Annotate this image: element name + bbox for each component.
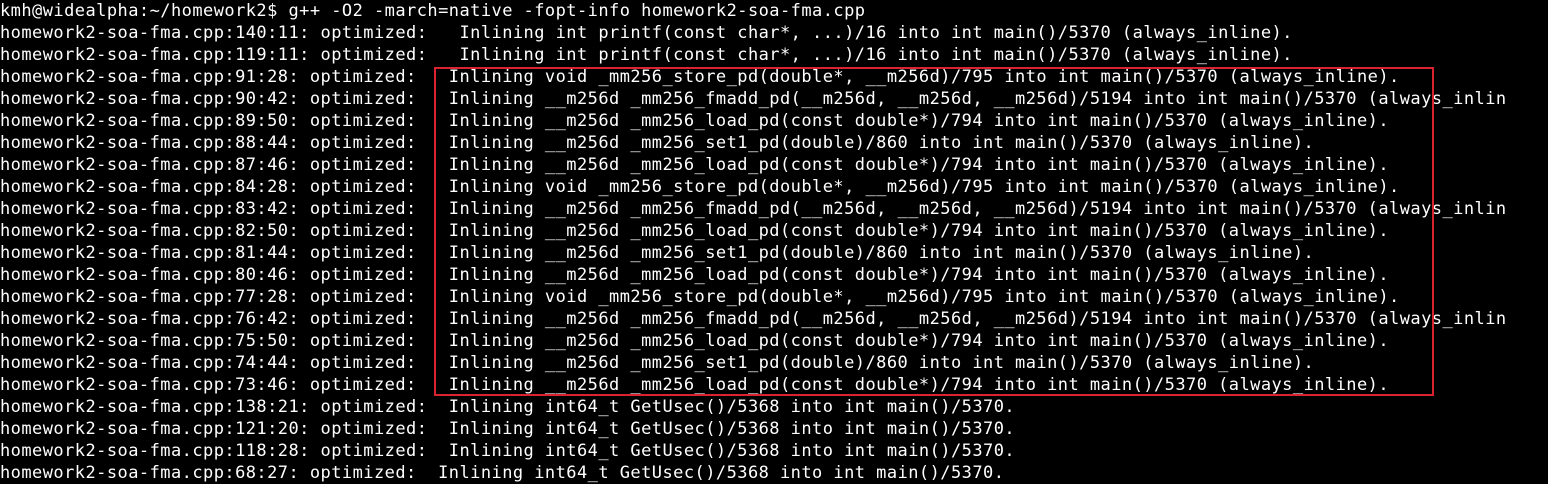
terminal-output-line: homework2-soa-fma.cpp:121:20: optimized:… xyxy=(0,419,1016,439)
terminal-output-line: homework2-soa-fma.cpp:140:11: optimized:… xyxy=(0,23,1293,43)
terminal-output-line: homework2-soa-fma.cpp:68:27: optimized: … xyxy=(0,463,1005,483)
terminal-window[interactable]: kmh@widealpha:~/homework2$ g++ -O2 -marc… xyxy=(0,0,1548,484)
red-highlight-box xyxy=(434,67,1434,396)
terminal-output-line: homework2-soa-fma.cpp:119:11: optimized:… xyxy=(0,45,1293,65)
terminal-command-line: kmh@widealpha:~/homework2$ g++ -O2 -marc… xyxy=(0,1,866,21)
terminal-output-line: homework2-soa-fma.cpp:138:21: optimized:… xyxy=(0,397,1016,417)
terminal-output-line: homework2-soa-fma.cpp:118:28: optimized:… xyxy=(0,441,1016,461)
